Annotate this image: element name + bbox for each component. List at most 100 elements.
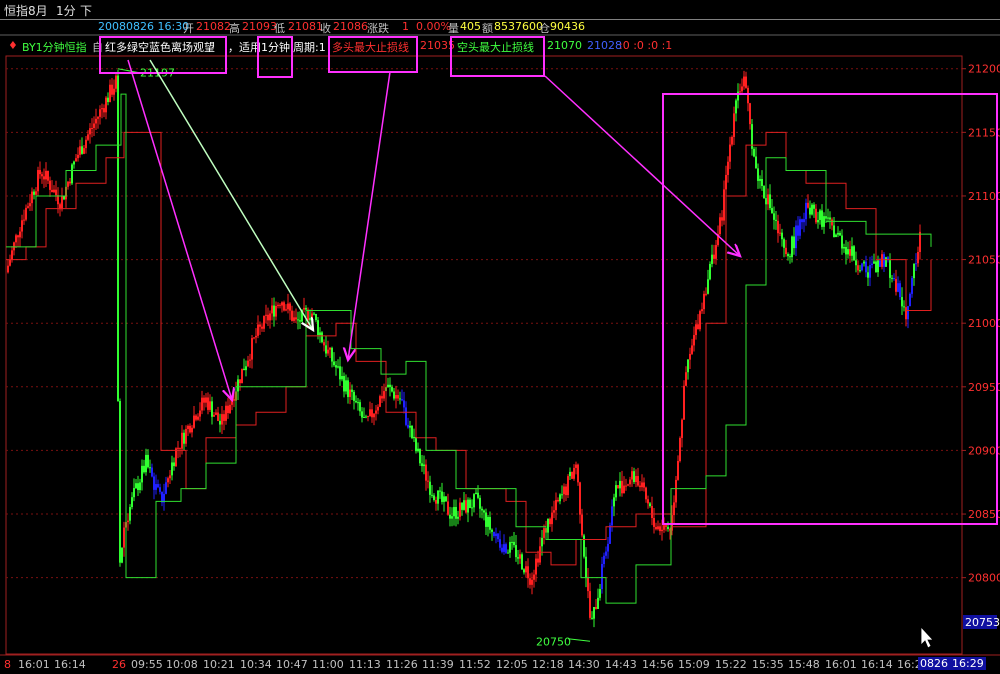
candle-body: [791, 236, 793, 258]
candle-body: [303, 307, 305, 310]
candle-body: [485, 512, 487, 527]
candle-body: [87, 134, 89, 140]
candle-body: [111, 84, 113, 95]
candle-body: [311, 313, 313, 319]
candle-body: [913, 263, 915, 279]
candle-body: [627, 484, 629, 486]
candle-body: [289, 303, 291, 311]
candle-body: [141, 465, 143, 483]
candle-body: [355, 400, 357, 403]
candle-body: [97, 116, 99, 119]
candle-body: [695, 324, 697, 336]
candle-body: [39, 170, 41, 175]
candle-body: [333, 361, 335, 366]
candle-body: [207, 397, 209, 410]
candle-body: [473, 494, 475, 508]
candle-body: [459, 502, 461, 517]
candle-body: [451, 516, 453, 519]
candle-body: [251, 338, 253, 360]
candle-body: [773, 213, 775, 220]
candle-body: [623, 485, 625, 494]
candle-body: [15, 235, 17, 243]
candle-body: [789, 256, 791, 258]
candle-body: [609, 525, 611, 544]
candle-body: [505, 544, 507, 553]
candle-body: [597, 597, 599, 609]
candle-body: [175, 448, 177, 467]
candle-body: [91, 127, 93, 129]
candle-body: [407, 424, 409, 428]
candle-body: [749, 103, 751, 125]
candle-body: [617, 485, 619, 489]
candle-body: [113, 88, 115, 95]
candle-body: [55, 189, 57, 196]
candle-body: [811, 204, 813, 215]
candle-body: [393, 391, 395, 399]
candle-body: [153, 476, 155, 490]
candle-body: [249, 359, 251, 361]
candle-body: [577, 464, 579, 483]
candle-body: [675, 479, 677, 503]
candle-body: [225, 405, 227, 421]
candle-body: [537, 558, 539, 563]
candle-body: [427, 480, 429, 482]
mouse-cursor-icon: [920, 625, 934, 649]
candle-body: [873, 261, 875, 264]
candle-body: [431, 494, 433, 496]
candle-body: [209, 401, 211, 410]
candle-body: [677, 460, 679, 480]
candle-body: [745, 76, 747, 88]
candle-body: [619, 480, 621, 489]
time-tick: 09:55: [131, 658, 163, 671]
candle-body: [781, 232, 783, 240]
candle-body: [571, 471, 573, 479]
candle-body: [883, 254, 885, 267]
candle-body: [771, 208, 773, 214]
candle-body: [11, 250, 13, 260]
candle-body: [193, 415, 195, 428]
candle-body: [293, 317, 295, 321]
candle-body: [897, 283, 899, 292]
candle-body: [595, 606, 597, 609]
candle-body: [137, 483, 139, 491]
candle-body: [697, 324, 699, 330]
candle-body: [375, 410, 377, 414]
candle-body: [43, 176, 45, 180]
time-tick: 16:14: [861, 658, 893, 671]
candle-body: [549, 518, 551, 525]
candle-body: [543, 528, 545, 538]
candle-body: [47, 170, 49, 181]
candle-body: [467, 499, 469, 513]
candle-body: [349, 389, 351, 398]
candle-body: [315, 313, 317, 321]
candle-body: [239, 379, 241, 384]
candle-body: [895, 279, 897, 292]
candle-body: [383, 391, 385, 399]
candle-body: [245, 366, 247, 371]
candle-body: [711, 254, 713, 264]
candle-body: [389, 384, 391, 387]
candle-body: [223, 414, 225, 421]
candle-body: [369, 409, 371, 416]
time-tick: 15:35: [752, 658, 784, 671]
candle-body: [177, 447, 179, 449]
price-chart[interactable]: 21200 21150 21100 21050 21000 20950 20900 20850…: [0, 0, 1000, 674]
time-tick: 10:34: [240, 658, 272, 671]
candle-body: [405, 407, 407, 425]
cursor-date-tag: 0826: [918, 657, 950, 670]
candle-body: [809, 207, 811, 215]
candle-body: [837, 232, 839, 235]
candle-body: [219, 420, 221, 425]
candle-body: [489, 516, 491, 530]
candle-body: [171, 462, 173, 476]
candle-body: [587, 577, 589, 592]
candle-body: [699, 311, 701, 330]
candle-body: [775, 219, 777, 221]
candle-body: [869, 264, 871, 278]
candle-body: [143, 465, 145, 473]
candle-body: [271, 305, 273, 314]
candle-body: [93, 123, 95, 128]
candle-body: [797, 225, 799, 236]
candle-body: [737, 91, 739, 101]
candle-body: [359, 402, 361, 412]
